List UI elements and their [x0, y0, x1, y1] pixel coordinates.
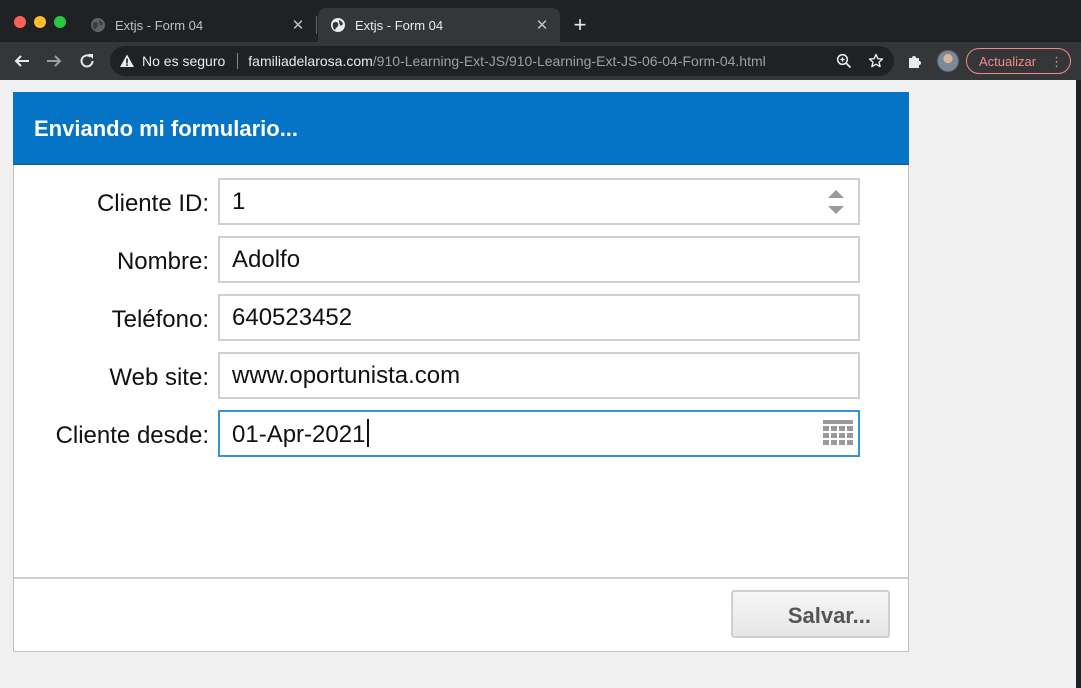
new-tab-icon[interactable]: + — [570, 14, 590, 36]
url-text[interactable]: familiadelarosa.com/910-Learning-Ext-JS/… — [248, 53, 765, 69]
telefono-row: Teléfono: 640523452 — [14, 294, 910, 342]
form-panel: Enviando mi formulario... Cliente ID: 1 … — [13, 92, 909, 652]
cliente-desde-field[interactable]: 01-Apr-2021 — [218, 410, 860, 457]
telefono-field[interactable]: 640523452 — [218, 294, 860, 341]
bookmark-star-icon[interactable] — [868, 53, 884, 69]
cliente-desde-label: Cliente desde: — [55, 422, 209, 449]
omnibox-divider — [237, 53, 239, 69]
telefono-label: Teléfono: — [111, 306, 209, 333]
more-vertical-icon[interactable]: ⋮ — [1050, 55, 1063, 68]
cliente-id-row: Cliente ID: 1 — [14, 178, 910, 226]
browser-tab[interactable]: Extjs - Form 04 ✕ — [78, 8, 316, 42]
cliente-id-value: 1 — [232, 187, 246, 215]
zoom-icon[interactable] — [836, 53, 852, 69]
website-label: Web site: — [109, 364, 209, 391]
security-status[interactable]: No es seguro — [142, 53, 225, 69]
calendar-icon[interactable] — [822, 418, 854, 450]
text-caret — [367, 418, 369, 447]
cliente-desde-row: Cliente desde: 01-Apr-2021 — [14, 410, 910, 458]
website-value: www.oportunista.com — [232, 361, 461, 389]
tab-divider — [316, 16, 317, 34]
url-host: familiadelarosa.com — [248, 53, 373, 69]
tab-title: Extjs - Form 04 — [115, 17, 204, 33]
window-minimize-button[interactable] — [34, 16, 46, 28]
website-row: Web site: www.oportunista.com — [14, 352, 910, 400]
nombre-row: Nombre: Adolfo — [14, 236, 910, 284]
close-tab-icon[interactable]: ✕ — [534, 17, 550, 34]
cliente-id-label: Cliente ID: — [96, 190, 209, 217]
cliente-desde-value: 01-Apr-2021 — [232, 418, 369, 449]
panel-footer: Salvar... — [14, 577, 908, 651]
browser-tab-active[interactable]: Extjs - Form 04 ✕ — [318, 8, 560, 42]
profile-avatar[interactable] — [937, 50, 959, 72]
update-label: Actualizar — [979, 53, 1037, 69]
window-edge — [1076, 80, 1081, 688]
cliente-desde-text: 01-Apr-2021 — [232, 420, 366, 448]
panel-title: Enviando mi formulario... — [34, 116, 299, 141]
save-button[interactable]: Salvar... — [731, 590, 890, 638]
address-bar[interactable]: No es seguro familiadelarosa.com/910-Lea… — [110, 46, 894, 76]
browser-titlebar: Extjs - Form 04 ✕ Extjs - Form 04 ✕ + — [0, 0, 1081, 42]
telefono-value: 640523452 — [232, 303, 353, 331]
nombre-value: Adolfo — [232, 245, 301, 273]
nombre-field[interactable]: Adolfo — [218, 236, 860, 283]
tab-title: Extjs - Form 04 — [355, 17, 444, 33]
back-arrow-icon[interactable] — [12, 51, 32, 71]
extensions-puzzle-icon[interactable] — [906, 52, 924, 70]
forward-arrow-icon[interactable] — [44, 51, 64, 71]
panel-header: Enviando mi formulario... — [13, 92, 909, 165]
globe-icon — [91, 18, 105, 32]
url-path: /910-Learning-Ext-JS/910-Learning-Ext-JS… — [372, 53, 766, 69]
close-tab-icon[interactable]: ✕ — [290, 17, 306, 34]
save-button-label: Salvar... — [787, 603, 871, 628]
cliente-id-field[interactable]: 1 — [218, 178, 860, 225]
nombre-label: Nombre: — [116, 248, 209, 275]
website-field[interactable]: www.oportunista.com — [218, 352, 860, 399]
globe-icon — [331, 18, 345, 32]
window-zoom-button[interactable] — [54, 16, 66, 28]
spinner-arrows-icon[interactable] — [826, 187, 846, 217]
reload-icon[interactable] — [77, 51, 97, 71]
window-close-button[interactable] — [14, 16, 26, 28]
warning-icon[interactable] — [119, 53, 135, 69]
update-button[interactable]: Actualizar ⋮ — [966, 48, 1071, 74]
